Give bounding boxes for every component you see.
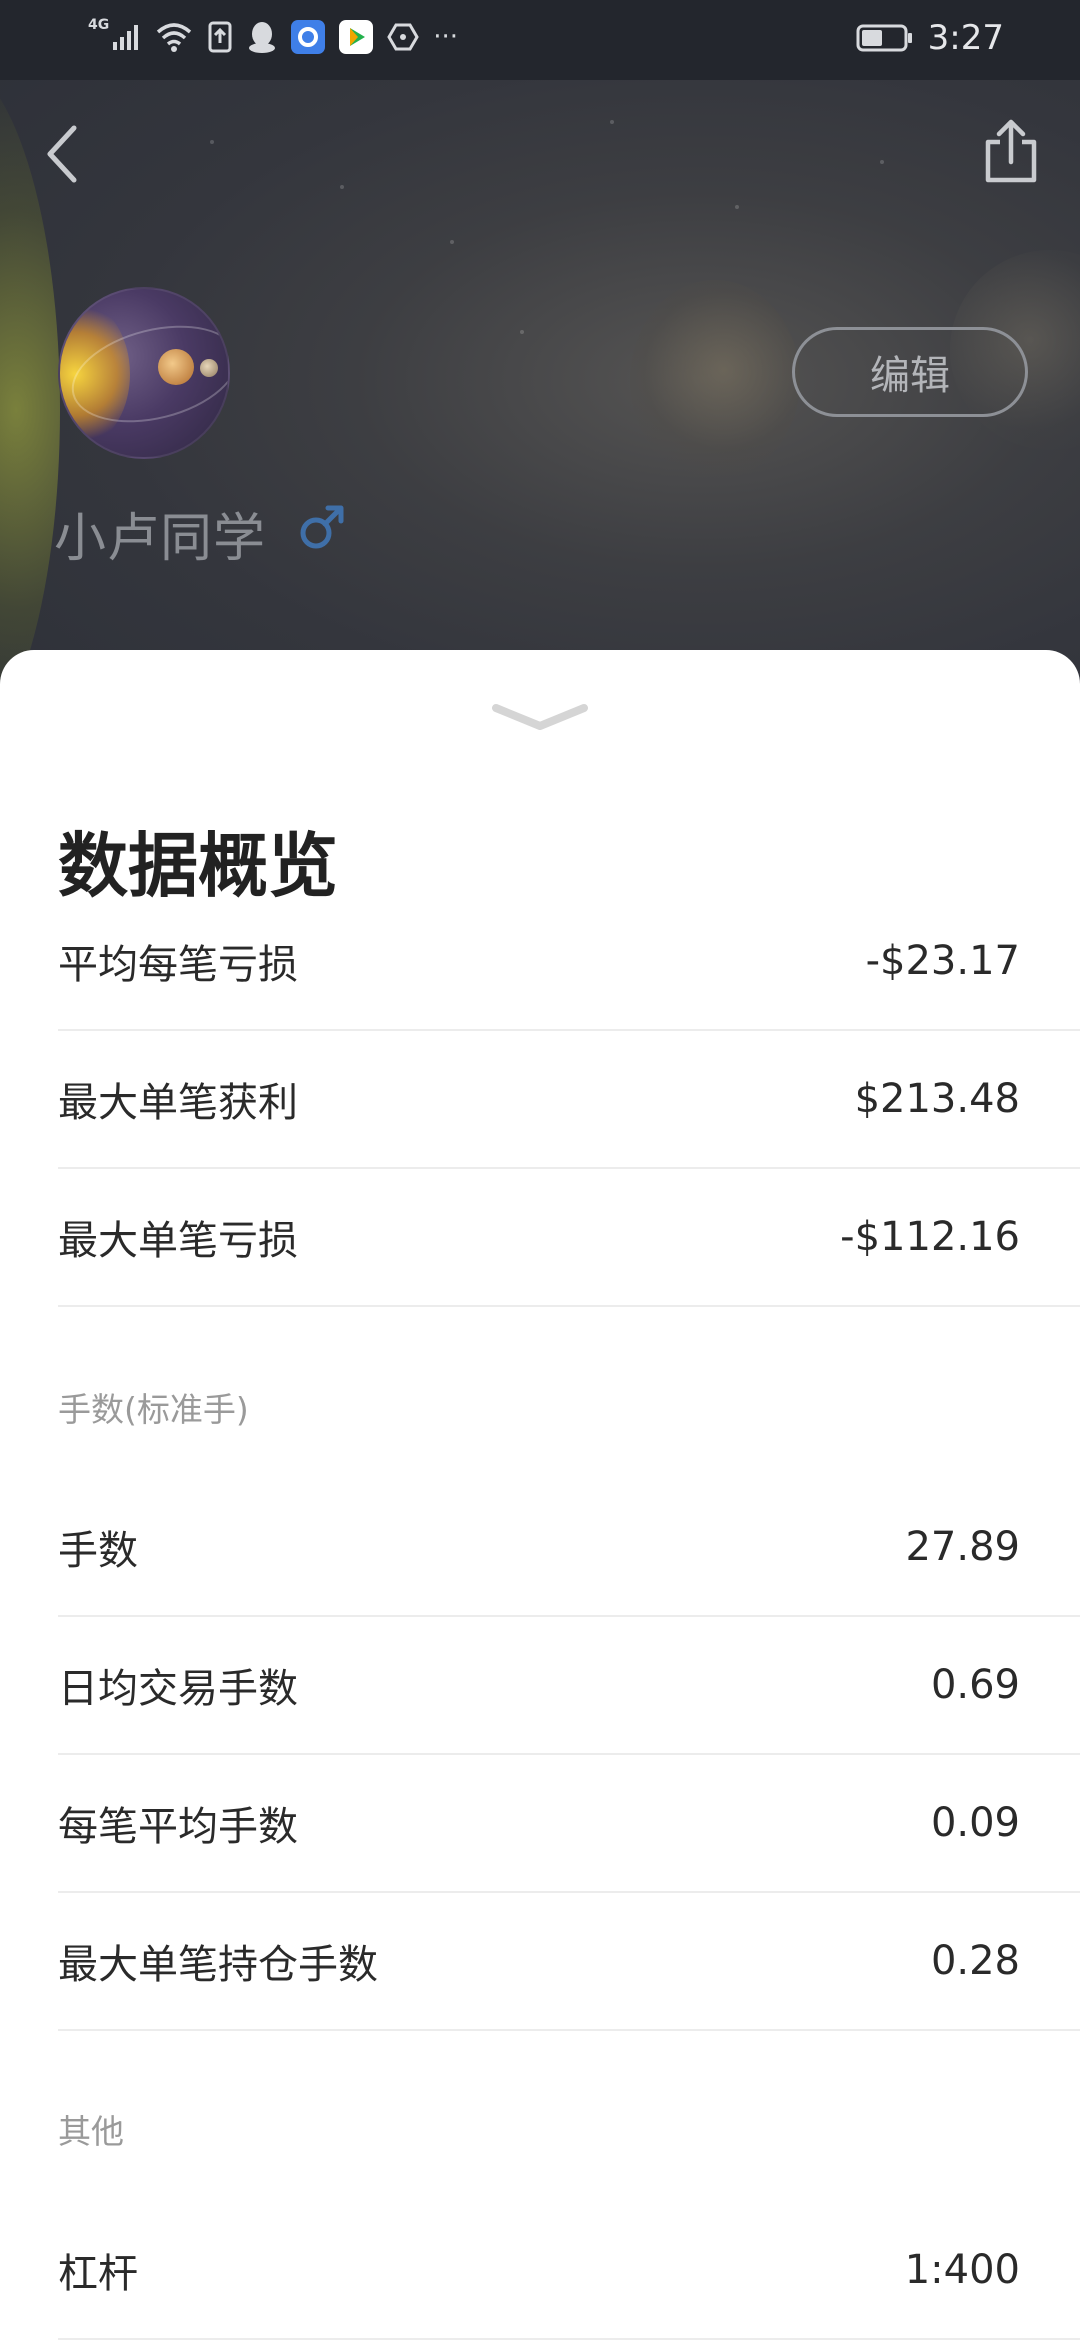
data-overview-sheet: 数据概览 平均每笔亏损 -$23.17 最大单笔获利 $213.48 最大单笔亏… <box>0 650 1080 2340</box>
share-icon <box>985 119 1037 183</box>
status-bar-right: 3:27 <box>856 18 1004 58</box>
qq-icon <box>247 20 277 54</box>
more-notifications-icon: ··· <box>433 22 459 52</box>
profile-screen: 4G ··· 3:27 小卢同学 编辑 数据概览 平均每笔亏损 -$23.17 … <box>0 0 1080 2340</box>
list-item: 日均交易手数 0.69 <box>58 1617 1080 1755</box>
hexagon-app-icon <box>387 22 419 52</box>
battery-icon <box>856 23 914 53</box>
stat-label: 最大单笔亏损 <box>58 1218 298 1264</box>
stat-label: 最大单笔获利 <box>58 1080 298 1126</box>
video-app-icon <box>339 20 374 54</box>
back-arrow-icon <box>47 125 77 183</box>
wifi-icon <box>155 21 193 53</box>
list-item: 最大单笔亏损 -$112.16 <box>58 1169 1080 1307</box>
signal-icon: 4G <box>88 18 141 52</box>
back-button[interactable] <box>40 122 84 186</box>
list-item: 手数 27.89 <box>58 1479 1080 1617</box>
chevron-down-icon <box>492 704 588 730</box>
avatar-planet <box>158 349 194 385</box>
network-type: 4G <box>88 17 110 33</box>
star-decoration <box>340 185 344 189</box>
star-decoration <box>210 140 214 144</box>
planet-decoration <box>630 280 800 480</box>
share-button[interactable] <box>982 118 1040 184</box>
section-header-other: 其他 <box>58 2112 124 2151</box>
male-icon <box>298 500 346 552</box>
stat-value: 0.69 <box>930 1662 1020 1708</box>
status-bar-left: 4G ··· <box>88 18 459 54</box>
stat-value: 0.28 <box>930 1938 1020 1984</box>
list-item: 平均每笔亏损 -$23.17 <box>58 893 1080 1031</box>
stat-value: -$112.16 <box>840 1214 1020 1260</box>
star-decoration <box>735 205 739 209</box>
stat-value: -$23.17 <box>865 938 1020 984</box>
stat-value: $213.48 <box>854 1076 1020 1122</box>
list-item: 杠杆 1:400 <box>58 2202 1080 2340</box>
stat-value: 27.89 <box>905 1524 1020 1570</box>
stat-value: 0.09 <box>930 1800 1020 1846</box>
stat-value: 1:400 <box>904 2247 1020 2293</box>
list-item: 最大单笔持仓手数 0.28 <box>58 1893 1080 2031</box>
stat-label: 手数 <box>58 1528 138 1574</box>
username: 小卢同学 <box>54 509 267 569</box>
upload-notification-icon <box>207 21 233 53</box>
stat-label: 日均交易手数 <box>58 1666 298 1712</box>
star-decoration <box>880 160 884 164</box>
status-bar: 4G ··· 3:27 <box>0 0 1080 80</box>
stat-label: 最大单笔持仓手数 <box>58 1942 378 1988</box>
clock: 3:27 <box>927 18 1004 58</box>
stat-label: 每笔平均手数 <box>58 1804 298 1850</box>
stat-label: 杠杆 <box>58 2251 138 2297</box>
list-item: 每笔平均手数 0.09 <box>58 1755 1080 1893</box>
star-decoration <box>520 330 524 334</box>
list-item: 最大单笔获利 $213.48 <box>58 1031 1080 1169</box>
star-decoration <box>610 120 614 124</box>
edit-profile-button[interactable]: 编辑 <box>792 327 1028 417</box>
section-header-lots: 手数(标准手) <box>58 1390 249 1429</box>
collapse-sheet-button[interactable] <box>490 700 590 734</box>
star-decoration <box>450 240 454 244</box>
stat-label: 平均每笔亏损 <box>58 942 298 988</box>
avatar-planet-small <box>200 359 218 377</box>
avatar[interactable] <box>58 287 230 459</box>
browser-app-icon <box>291 20 326 54</box>
